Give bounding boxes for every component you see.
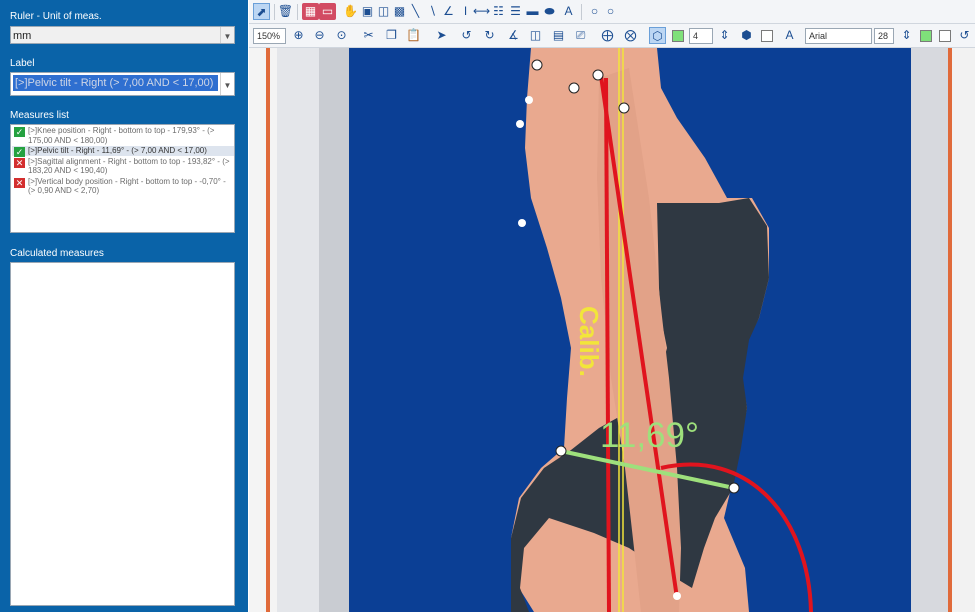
polygon-icon[interactable]: ⬡	[649, 27, 666, 44]
pointer-icon[interactable]: ⬈	[253, 3, 270, 20]
spin-updown-icon[interactable]: ⇕	[716, 27, 733, 44]
measure-item-text: [>]Pelvic tilt - Right - 11,69° - (> 7,0…	[28, 146, 207, 155]
text-icon[interactable]: A	[560, 3, 577, 20]
line-width-field[interactable]: 4	[689, 28, 713, 44]
image-select-icon[interactable]: ◫	[375, 3, 392, 20]
double-line-icon[interactable]: ∖	[424, 3, 441, 20]
zoom-out-icon[interactable]: ⊖	[311, 27, 328, 44]
foot-left-icon[interactable]: ○	[586, 3, 603, 20]
image-overlay-icon[interactable]: ▦	[302, 3, 319, 20]
zoom-level-field[interactable]: 150%	[253, 28, 286, 44]
text-bg-color-swatch[interactable]	[939, 30, 951, 42]
rotate-left-icon[interactable]: ↺	[458, 27, 475, 44]
rectangle-icon[interactable]: ▬	[524, 3, 541, 20]
horizontal-bars-icon[interactable]: ☰	[507, 3, 524, 20]
calculated-measures-box	[10, 262, 235, 606]
zoom-fit-icon[interactable]: ⊙	[333, 27, 350, 44]
copy-icon[interactable]: ❐	[383, 27, 400, 44]
posture-photo	[249, 48, 975, 612]
angle-measurement-label[interactable]: 11,69°	[600, 416, 699, 456]
foot-right-icon[interactable]: ○	[602, 3, 619, 20]
rotate-right-icon[interactable]: ↻	[481, 27, 498, 44]
chevron-down-icon[interactable]: ▼	[220, 27, 234, 43]
calibration-label: Calib.	[574, 306, 604, 377]
measure-item-vertical-body-position[interactable]: ✕ [>]Vertical body position - Right - bo…	[12, 177, 234, 196]
label-heading: Label	[10, 58, 35, 69]
unit-select-value: mm	[13, 30, 32, 42]
label-select-value: [>]Pelvic tilt - Right (> 7,00 AND < 17,…	[13, 75, 218, 91]
measures-panel: Ruler - Unit of meas. mm ▼ Label [>]Pelv…	[0, 0, 248, 612]
toolbar-separator	[581, 4, 582, 20]
drawing-toolbar: ⬈ 🗑 ▦ ▭ ✋ ▣ ◫ ▩ ╲ ∖ ∠ I ⟷ ☷ ☰ ▬ ⬬ A ○ ○	[249, 0, 975, 24]
cross-icon: ✕	[14, 157, 25, 168]
zoom-image-icon[interactable]: ▩	[391, 3, 408, 20]
add-point-icon[interactable]: ⨁	[599, 27, 616, 44]
split-horizontal-icon[interactable]: ▤	[550, 27, 567, 44]
horizontal-distance-icon[interactable]: ⟷	[473, 3, 490, 20]
pan-hand-icon[interactable]: ✋	[342, 3, 359, 20]
font-size-field[interactable]: 28	[874, 28, 894, 44]
image-overlay-alt-icon[interactable]: ▭	[319, 3, 336, 20]
toolbar-separator	[274, 4, 275, 20]
measures-list-heading: Measures list	[10, 110, 69, 121]
measure-item-sagittal-alignment[interactable]: ✕ [>]Sagittal alignment - Right - bottom…	[12, 157, 234, 176]
image-canvas[interactable]: 11,69° Calib.	[249, 48, 975, 612]
font-name-field[interactable]: Arial	[805, 28, 872, 44]
toolbar-separator	[297, 4, 298, 20]
secondary-color-swatch[interactable]	[761, 30, 773, 42]
fill-color-swatch[interactable]	[672, 30, 684, 42]
rotate-view-icon[interactable]: ↺	[956, 27, 973, 44]
vertical-line-icon[interactable]: I	[457, 3, 474, 20]
measure-item-text: [>]Knee position - Right - bottom to top…	[28, 126, 215, 145]
vertical-bars-icon[interactable]: ☷	[490, 3, 507, 20]
cut-icon[interactable]: ✂	[360, 27, 377, 44]
ruler-unit-heading: Ruler - Unit of meas.	[10, 11, 102, 22]
cross-icon: ✕	[14, 177, 25, 188]
measure-item-text: [>]Sagittal alignment - Right - bottom t…	[28, 156, 230, 176]
unit-select[interactable]: mm ▼	[10, 26, 235, 44]
line-tool-icon[interactable]: ╲	[407, 3, 424, 20]
zoom-in-icon[interactable]: ⊕	[290, 27, 307, 44]
measures-list[interactable]: ✓ [>]Knee position - Right - bottom to t…	[10, 124, 235, 233]
spin-updown-icon[interactable]: ⇕	[898, 27, 915, 44]
measure-item-text: [>]Vertical body position - Right - bott…	[28, 176, 226, 196]
measure-angle-icon[interactable]: ∡	[505, 27, 522, 44]
text-color-swatch[interactable]	[920, 30, 932, 42]
split-vertical-icon[interactable]: ◫	[527, 27, 544, 44]
remove-point-icon[interactable]: ⨂	[622, 27, 639, 44]
check-icon: ✓	[14, 127, 25, 137]
fill-shape-icon[interactable]: ⬢	[738, 27, 755, 44]
calculated-measures-heading: Calculated measures	[10, 248, 104, 259]
pointer-icon[interactable]: ➤	[433, 27, 450, 44]
font-size-icon[interactable]: A	[781, 27, 798, 44]
angle-tool-icon[interactable]: ∠	[440, 3, 457, 20]
measure-item-knee-position[interactable]: ✓ [>]Knee position - Right - bottom to t…	[12, 126, 234, 145]
trash-icon[interactable]: 🗑	[277, 3, 294, 20]
paste-icon[interactable]: 📋	[405, 27, 422, 44]
crop-icon[interactable]: ⎚	[572, 27, 589, 44]
save-image-icon[interactable]: ▣	[359, 3, 376, 20]
check-icon: ✓	[14, 147, 25, 157]
ellipse-icon[interactable]: ⬬	[541, 3, 558, 20]
label-select[interactable]: [>]Pelvic tilt - Right (> 7,00 AND < 17,…	[10, 72, 235, 96]
measure-item-pelvic-tilt[interactable]: ✓ [>]Pelvic tilt - Right - 11,69° - (> 7…	[12, 146, 234, 157]
chevron-down-icon[interactable]: ▼	[220, 73, 234, 95]
view-toolbar: 150% ⊕ ⊖ ⊙ ✂ ❐ 📋 ➤ ↺ ↻ ∡ ◫ ▤ ⎚ ⨁ ⨂ ⬡ 4 ⇕…	[249, 24, 975, 48]
